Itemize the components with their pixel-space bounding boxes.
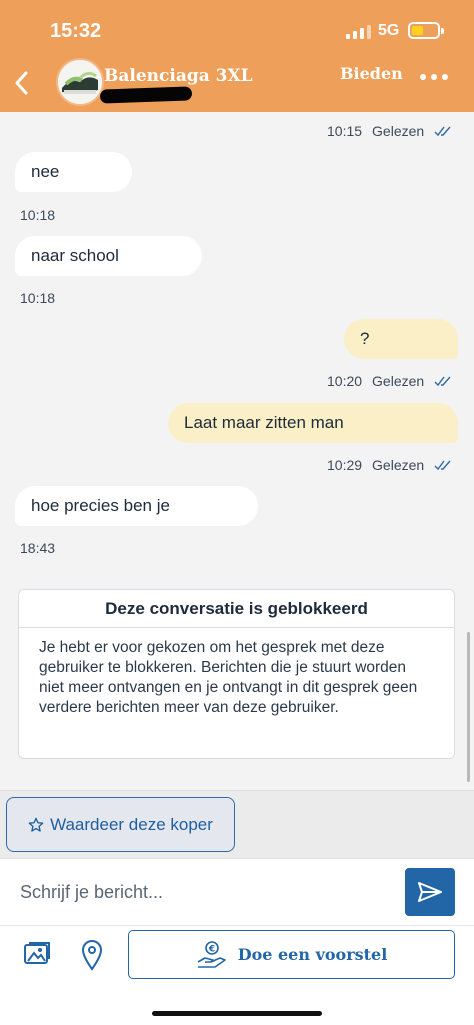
rate-button-label: Waardeer deze koper <box>50 814 213 834</box>
signal-icon <box>346 25 371 39</box>
location-pin-icon <box>81 940 103 971</box>
photo-button[interactable] <box>22 939 52 969</box>
message-time: 18:43 <box>20 540 56 556</box>
message-time: 10:15 <box>327 123 363 139</box>
read-status: Gelezen <box>372 373 425 389</box>
chevron-left-icon <box>15 71 28 95</box>
network-label: 5G <box>378 22 400 39</box>
read-status: Gelezen <box>372 123 425 139</box>
message-meta: 10:15 Gelezen <box>327 123 452 139</box>
message-text: naar school <box>31 246 119 265</box>
message-meta: 10:29 Gelezen <box>327 457 452 473</box>
double-check-icon <box>434 460 451 471</box>
double-check-icon <box>434 126 451 137</box>
message-time: 10:29 <box>327 457 363 473</box>
battery-icon <box>408 22 444 39</box>
app-header: 15:32 5G Balenciaga 3XL Bieden <box>0 0 474 112</box>
svg-text:€: € <box>208 944 215 954</box>
outgoing-message[interactable]: Laat maar zitten man <box>168 403 458 443</box>
more-options-button[interactable] <box>420 74 448 80</box>
double-check-icon <box>434 376 451 387</box>
message-meta: 10:20 Gelezen <box>327 373 452 389</box>
status-time: 15:32 <box>50 20 102 42</box>
message-time: 10:18 <box>20 290 56 306</box>
home-indicator <box>152 1011 322 1016</box>
blocked-title: Deze conversatie is geblokkeerd <box>19 590 454 628</box>
send-icon <box>418 882 442 902</box>
product-thumbnail-icon <box>58 60 102 104</box>
rate-buyer-button[interactable]: Waardeer deze koper <box>6 797 235 852</box>
outgoing-message[interactable]: ? <box>344 319 458 359</box>
star-icon <box>28 817 44 832</box>
message-time: 10:18 <box>20 207 56 223</box>
incoming-message[interactable]: naar school <box>15 236 202 276</box>
message-time: 10:20 <box>327 373 363 389</box>
rate-area: Waardeer deze koper <box>0 790 474 858</box>
message-text: ? <box>360 329 370 348</box>
blocked-notice: Deze conversatie is geblokkeerd Je hebt … <box>18 589 455 759</box>
make-offer-button[interactable]: € Doe een voorstel <box>128 930 455 979</box>
message-input[interactable] <box>0 859 400 925</box>
chat-title[interactable]: Balenciaga 3XL <box>104 66 253 86</box>
chat-area[interactable]: 10:15 Gelezen nee 10:18 naar school 10:1… <box>0 112 474 790</box>
avatar[interactable] <box>56 58 104 106</box>
message-meta: 18:43 <box>20 540 55 556</box>
incoming-message[interactable]: nee <box>15 152 132 192</box>
blocked-body: Je hebt er voor gekozen om het gesprek m… <box>39 639 418 716</box>
incoming-message[interactable]: hoe precies ben je <box>15 486 258 526</box>
photo-icon <box>24 942 50 964</box>
message-meta: 10:18 <box>20 290 55 306</box>
read-status: Gelezen <box>372 457 425 473</box>
composer: € Doe een voorstel <box>0 858 474 1025</box>
back-button[interactable] <box>6 68 36 98</box>
bid-button[interactable]: Bieden <box>340 64 403 83</box>
message-meta: 10:18 <box>20 207 55 223</box>
status-bar: 15:32 5G <box>0 0 474 60</box>
send-button[interactable] <box>405 868 455 916</box>
divider <box>0 925 474 926</box>
location-button[interactable] <box>80 939 104 971</box>
message-text: hoe precies ben je <box>31 496 170 515</box>
scrollbar[interactable] <box>467 632 470 782</box>
hand-euro-icon: € <box>197 940 226 968</box>
message-text: nee <box>31 162 60 181</box>
offer-button-label: Doe een voorstel <box>237 945 388 964</box>
message-text: Laat maar zitten man <box>184 413 344 432</box>
